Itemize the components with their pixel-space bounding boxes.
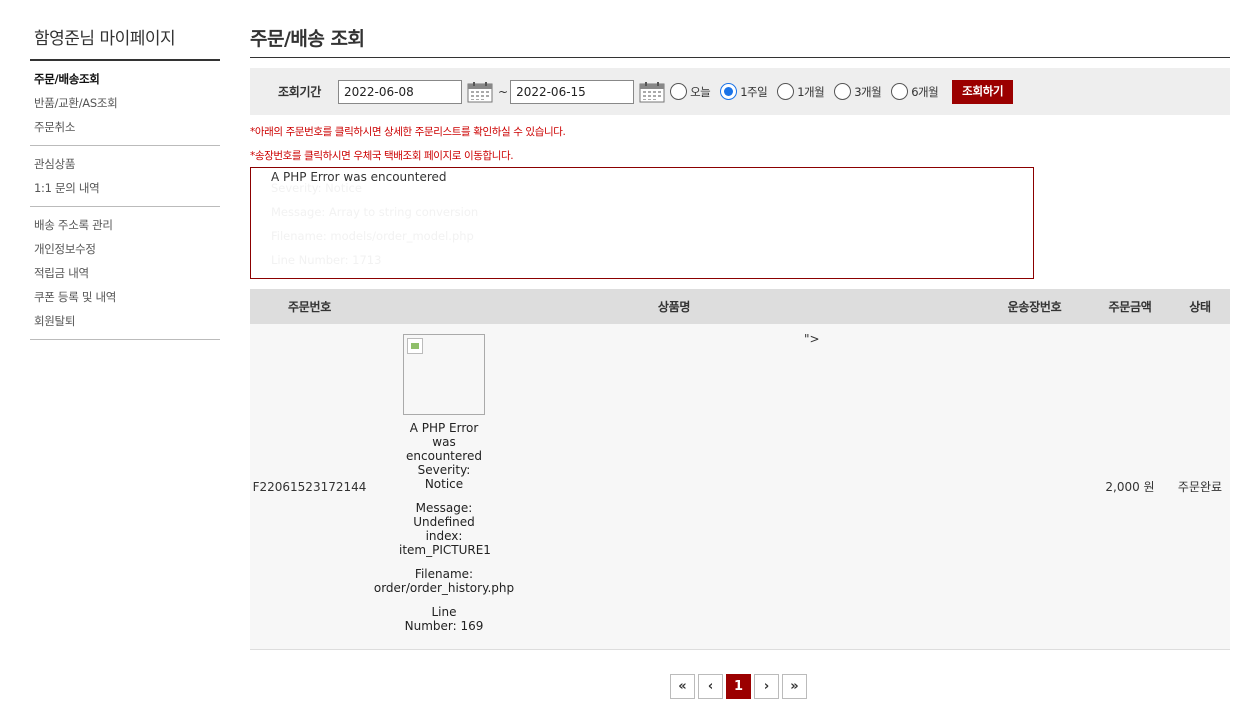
sidebar-title: 함영준님 마이페이지	[30, 22, 220, 61]
order-number-link[interactable]: F22061523172144	[250, 324, 369, 650]
search-button[interactable]: 조회하기	[952, 79, 1014, 104]
end-date-input[interactable]: 2022-06-15	[510, 79, 635, 104]
period-radio-1week[interactable]: 1주일	[720, 83, 768, 100]
radio-button[interactable]	[670, 83, 688, 100]
first-page-button[interactable]: «	[670, 674, 695, 699]
next-page-button[interactable]: ›	[754, 674, 779, 699]
header-status: 상태	[1170, 289, 1230, 324]
sidebar-item-cancel[interactable]: 주문취소	[34, 115, 220, 139]
sidebar-item-coupons[interactable]: 쿠폰 등록 및 내역	[34, 285, 220, 309]
calendar-icon[interactable]	[467, 81, 493, 103]
tracking-number-link[interactable]	[979, 324, 1090, 650]
header-amount: 주문금액	[1090, 289, 1170, 324]
search-period-label: 조회기간	[278, 85, 321, 99]
error-line: Filename: models/order_model.php	[271, 229, 474, 243]
sidebar: 함영준님 마이페이지 주문/배송조회 반품/교환/AS조회 주문취소 관심상품 …	[30, 22, 220, 340]
header-product-name: 상품명	[369, 289, 979, 324]
sidebar-item-profile-edit[interactable]: 개인정보수정	[34, 237, 220, 261]
radio-label: 1개월	[797, 84, 825, 99]
sidebar-item-address-book[interactable]: 배송 주소록 관리	[34, 213, 220, 237]
pagination: « ‹ 1 › »	[670, 674, 810, 699]
prev-page-button[interactable]: ‹	[698, 674, 723, 699]
notice-order-number: *아래의 주문번호를 클릭하시면 상세한 주문리스트를 확인하실 수 있습니다.	[250, 126, 566, 138]
radio-button[interactable]	[891, 83, 909, 100]
table-header-row: 주문번호 상품명 운송장번호 주문금액 상태	[250, 289, 1230, 324]
sidebar-item-inquiry[interactable]: 1:1 문의 내역	[34, 176, 220, 200]
page-number-button[interactable]: 1	[726, 674, 751, 699]
error-line: Message: Array to string conversion	[271, 205, 479, 219]
notice-tracking-number: *송장번호를 클릭하시면 우체국 택배조회 페이지로 이동합니다.	[250, 150, 514, 162]
period-radio-today[interactable]: 오늘	[670, 83, 711, 100]
order-amount: 2,000 원	[1090, 324, 1170, 650]
stray-markup-text: ">	[804, 332, 820, 346]
sidebar-group-orders: 주문/배송조회 반품/교환/AS조회 주문취소	[30, 61, 220, 146]
date-separator: ~	[498, 84, 509, 99]
period-radio-6month[interactable]: 6개월	[891, 83, 939, 100]
radio-label: 6개월	[911, 84, 939, 99]
product-cell: A PHP Error was encountered Severity: No…	[369, 324, 979, 650]
period-radio-1month[interactable]: 1개월	[777, 83, 825, 100]
sidebar-group-account: 배송 주소록 관리 개인정보수정 적립금 내역 쿠폰 등록 및 내역 회원탈퇴	[30, 207, 220, 340]
sidebar-item-points[interactable]: 적립금 내역	[34, 261, 220, 285]
radio-button[interactable]	[720, 83, 738, 100]
error-paragraph: Line Number: 169	[404, 605, 484, 633]
radio-label: 오늘	[690, 84, 711, 99]
error-paragraph: A PHP Error was encountered Severity: No…	[406, 421, 482, 491]
product-box: A PHP Error was encountered Severity: No…	[369, 334, 519, 633]
sidebar-item-withdraw[interactable]: 회원탈퇴	[34, 309, 220, 333]
error-paragraph: Message: Undefined index: item_PICTURE1	[399, 501, 491, 557]
php-error-box: A PHP Error was encountered Severity: No…	[250, 167, 1034, 279]
sidebar-item-wishlist[interactable]: 관심상품	[34, 152, 220, 176]
radio-button[interactable]	[834, 83, 852, 100]
product-error-text: A PHP Error was encountered Severity: No…	[369, 421, 519, 633]
start-date-input[interactable]: 2022-06-08	[338, 79, 462, 104]
order-status: 주문완료	[1170, 324, 1230, 650]
broken-image-icon	[407, 338, 423, 354]
page-title: 주문/배송 조회	[250, 22, 1230, 58]
order-table: 주문번호 상품명 운송장번호 주문금액 상태 F22061523172144 A…	[250, 289, 1230, 650]
radio-label: 1주일	[740, 84, 768, 99]
radio-label: 3개월	[854, 84, 882, 99]
sidebar-item-returns[interactable]: 반품/교환/AS조회	[34, 91, 220, 115]
product-thumbnail[interactable]	[403, 334, 485, 415]
error-line: Line Number: 1713	[271, 253, 382, 267]
search-bar: 조회기간 2022-06-08 ~ 2022-06-15 오늘 1주일 1개월 …	[250, 68, 1230, 115]
calendar-icon[interactable]	[639, 81, 665, 103]
sidebar-item-order-delivery[interactable]: 주문/배송조회	[34, 67, 220, 91]
header-tracking-no: 운송장번호	[979, 289, 1090, 324]
last-page-button[interactable]: »	[782, 674, 807, 699]
main-content: 주문/배송 조회 조회기간 2022-06-08 ~ 2022-06-15 오늘…	[250, 22, 1230, 650]
error-paragraph: Filename: order/order_history.php	[373, 567, 515, 595]
period-radio-3month[interactable]: 3개월	[834, 83, 882, 100]
header-order-no: 주문번호	[250, 289, 369, 324]
sidebar-group-interest: 관심상품 1:1 문의 내역	[30, 146, 220, 207]
radio-button[interactable]	[777, 83, 795, 100]
table-row: F22061523172144 A PHP Error was encounte…	[250, 324, 1230, 650]
